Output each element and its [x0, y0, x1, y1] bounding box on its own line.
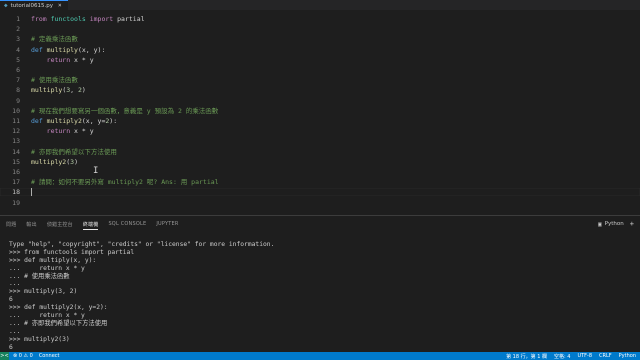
code-editor[interactable]: 1 from functools import partial 2 3 # 定義乘法函數… [0, 10, 640, 215]
line-number: 15 [12, 157, 20, 166]
line-code: # 定義乘法函數 [31, 35, 78, 44]
terminal-line: >>> multiply2(3) [9, 335, 70, 343]
bottom-panel: 問題 輸出 偵錯主控台 終端機 SQL CONSOLE JUPYTER ▣ Python … [0, 215, 640, 358]
code-line[interactable]: 18 [0, 188, 640, 197]
line-number: 4 [16, 45, 20, 54]
terminal-name: Python [604, 221, 624, 227]
terminal-line: 6 [9, 343, 13, 351]
panel-tab[interactable]: 終端機 [82, 221, 99, 230]
code-line[interactable]: 13 [0, 137, 640, 145]
panel-tab[interactable]: JUPYTER [156, 221, 178, 230]
line-number: 1 [16, 15, 20, 23]
status-right: 第 18 行，第 1 欄空格: 4 UTF-8 CRLF Python [506, 352, 636, 360]
close-icon[interactable]: × [58, 2, 62, 9]
code-line[interactable]: 14 # 亦即我們希望以下方法使用 [0, 148, 640, 156]
code-line[interactable]: 15 multiply2(3) [0, 158, 640, 166]
line-number: 9 [16, 96, 20, 105]
editor-tab-bar: ◆ tutorial0615.py × [0, 0, 640, 10]
terminal-line: >>> def multiply(x, y): [9, 256, 97, 264]
line-number: 2 [16, 25, 20, 34]
panel-tabs: 問題 輸出 偵錯主控台 終端機 SQL CONSOLE JUPYTER [6, 221, 179, 230]
code-line[interactable]: 3 # 定義乘法函數 [0, 35, 640, 43]
line-code: return x * y [46, 55, 94, 64]
terminal-line: 6 [9, 296, 13, 304]
line-code: return x * y [46, 127, 94, 136]
code-line[interactable]: 6 [0, 66, 640, 74]
code-line[interactable]: 11 def multiply2(x, y=2): [0, 117, 640, 125]
code-line[interactable]: 10 # 現在我們想要寫另一個函數，意義是 y 預設為 2 的乘法函數 [0, 107, 640, 115]
panel-tab[interactable]: 問題 [6, 221, 16, 230]
file-tab[interactable]: ◆ tutorial0615.py × [0, 0, 68, 10]
status-item[interactable]: ⊗ 0 ⚠ 0 [13, 353, 33, 359]
line-number: 6 [16, 66, 20, 74]
text-cursor [31, 188, 32, 197]
terminal-line: ... return x * y [9, 264, 85, 272]
line-code: from functools import partial [31, 15, 145, 23]
line-code: def multiply(x, y): [31, 45, 106, 54]
panel-tab[interactable]: SQL CONSOLE [108, 221, 146, 230]
code-line[interactable]: 17 # 請問：如何不要另外寫 multiply2 呢? Ans: 用 parti… [0, 178, 640, 186]
line-number: 18 [12, 188, 20, 197]
remote-icon[interactable]: >< [0, 352, 9, 360]
terminal-line: ... [9, 280, 21, 288]
terminal-line: >>> multiply(3, 2) [9, 288, 78, 296]
terminal-output[interactable]: Type "help", "copyright", "credits" or "… [9, 241, 629, 359]
code-line[interactable]: 4 def multiply(x, y): [0, 46, 640, 54]
line-number: 10 [12, 106, 20, 115]
new-terminal-button[interactable]: + [630, 220, 634, 228]
line-number: 12 [12, 127, 20, 136]
line-number: 16 [12, 168, 20, 176]
status-item[interactable]: Python [619, 353, 636, 359]
terminal-selector[interactable]: ▣ Python + [598, 220, 634, 228]
mouse-ibeam-icon: I [93, 166, 99, 177]
line-number: 8 [16, 86, 20, 95]
status-item[interactable]: 空格: 4 [554, 353, 570, 360]
code-line[interactable]: 19 [0, 199, 640, 207]
status-item[interactable]: CRLF [599, 353, 612, 359]
line-code: multiply2(3) [31, 157, 78, 166]
line-number: 3 [16, 35, 20, 44]
line-code: # 現在我們想要寫另一個函數，意義是 y 預設為 2 的乘法函數 [31, 106, 219, 115]
line-number: 17 [12, 178, 20, 187]
line-number: 5 [16, 55, 20, 64]
line-number: 11 [12, 117, 20, 125]
panel-tab[interactable]: 偵錯主控台 [47, 221, 73, 230]
line-code: def multiply2(x, y=2): [31, 117, 118, 125]
code-line[interactable]: 7 # 使用乘法函數 [0, 76, 640, 84]
status-left: ⊗ 0 ⚠ 0 Connect [13, 352, 60, 360]
terminal-line: Type "help", "copyright", "credits" or "… [9, 241, 275, 248]
terminal-line: ... return x * y [9, 312, 85, 320]
code-line[interactable]: 12 return x * y [0, 127, 640, 135]
line-number: 19 [12, 198, 20, 207]
terminal-line: ... # 使用乘法函數 [9, 272, 70, 280]
line-number: 14 [12, 147, 20, 156]
line-number: 7 [16, 76, 20, 85]
code-line[interactable]: 2 [0, 25, 640, 33]
code-line[interactable]: 8 multiply(3, 2) [0, 86, 640, 94]
line-code: # 亦即我們希望以下方法使用 [31, 147, 117, 156]
status-item[interactable]: UTF-8 [577, 353, 592, 359]
status-item[interactable]: Connect [39, 353, 60, 359]
code-line[interactable]: 9 [0, 97, 640, 105]
line-code: multiply(3, 2) [31, 86, 86, 95]
file-tab-label: tutorial0615.py [10, 2, 53, 9]
terminal-icon: ▣ [598, 220, 602, 228]
status-bar: >< ⊗ 0 ⚠ 0 Connect 第 18 行，第 1 欄空格: 4 UTF-8… [0, 352, 640, 360]
panel-tab[interactable]: 輸出 [26, 221, 36, 230]
terminal-line: >>> from functools import partial [9, 248, 135, 256]
line-code: # 使用乘法函數 [31, 76, 78, 85]
terminal-line: ... [9, 327, 21, 335]
terminal-line: >>> def multiply2(x, y=2): [9, 304, 108, 312]
python-file-icon: ◆ [4, 1, 8, 9]
line-code: # 請問：如何不要另外寫 multiply2 呢? Ans: 用 partial [31, 178, 219, 187]
line-number: 13 [12, 137, 20, 146]
status-item[interactable]: 第 18 行，第 1 欄 [506, 353, 547, 360]
terminal-line: ... # 亦即我們希望以下方法使用 [9, 319, 108, 327]
code-line[interactable]: 1 from functools import partial [0, 15, 640, 23]
code-line[interactable]: 5 return x * y [0, 56, 640, 64]
